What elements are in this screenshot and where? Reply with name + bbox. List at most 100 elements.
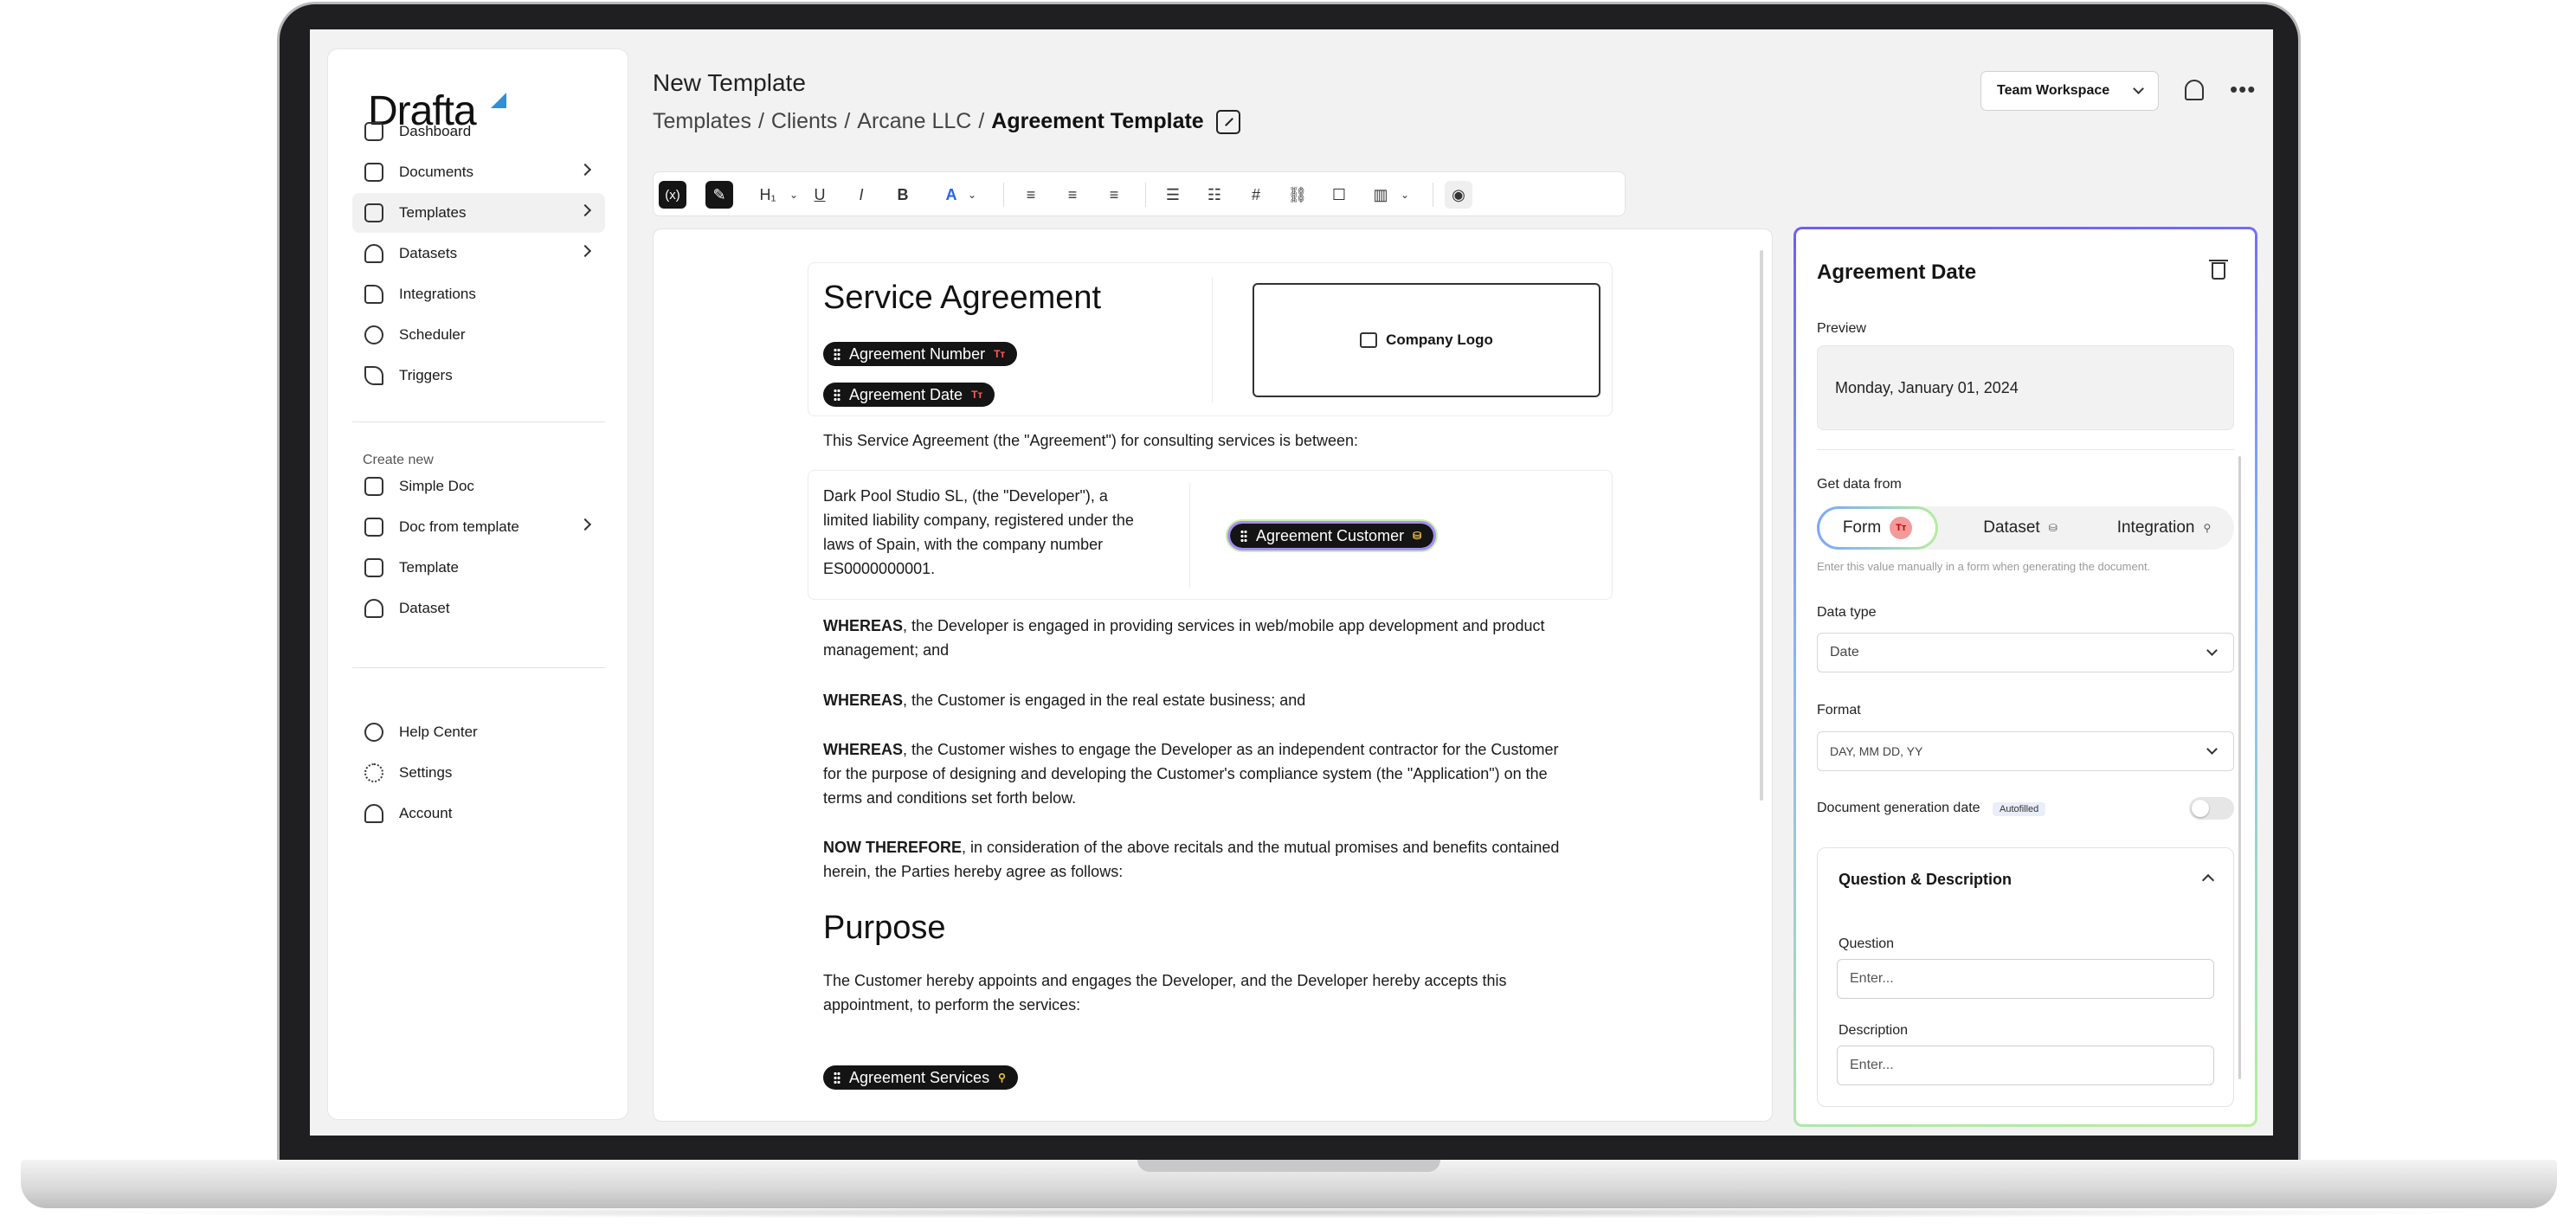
database-icon: ⛁ — [1413, 530, 1422, 542]
editor-toolbar: (x) ✎ H₁ ⌄ U I B A ⌄ ≡ ≡ ≡ ☰ ☷ # ⛓ ☐ ▥ ⌄… — [653, 171, 1626, 216]
sidebar-item-label: Dashboard — [399, 123, 472, 139]
edit-icon[interactable] — [1215, 109, 1240, 134]
drag-handle-icon[interactable] — [1240, 530, 1247, 542]
developer-party-text[interactable]: Dark Pool Studio SL, (the "Developer"), … — [823, 484, 1152, 581]
data-type-select[interactable]: Date — [1817, 633, 2234, 672]
company-logo-label: Company Logo — [1386, 331, 1493, 348]
sidebar-item-documents[interactable]: Documents — [352, 152, 605, 192]
heading-caret-icon[interactable]: ⌄ — [780, 181, 808, 209]
panel-title: Agreement Date — [1817, 261, 1977, 284]
sidebar-item-label: Triggers — [399, 367, 453, 383]
heading-button[interactable]: H₁ — [754, 181, 782, 209]
preview-eye-icon[interactable]: ◉ — [1445, 181, 1472, 209]
align-right-icon[interactable]: ≡ — [1100, 181, 1128, 209]
breadcrumb-clients[interactable]: Clients — [771, 109, 837, 134]
tag-agreement-customer[interactable]: Agreement Customer ⛁ — [1227, 521, 1437, 550]
bell-icon[interactable] — [2185, 80, 2204, 100]
text-type-icon: Tт — [971, 389, 983, 401]
color-caret-icon[interactable]: ⌄ — [958, 181, 986, 209]
whereas-keyword: WHEREAS — [823, 617, 904, 634]
format-value: DAY, MM DD, YY — [1830, 744, 1923, 758]
source-dataset-option[interactable]: Dataset ⛁ — [1955, 506, 2085, 550]
whereas-paragraph-1[interactable]: WHEREAS, the Developer is engaged in pro… — [823, 614, 1568, 662]
breadcrumb-arcane[interactable]: Arcane LLC — [857, 109, 971, 134]
bold-button[interactable]: B — [889, 181, 917, 209]
company-logo-placeholder[interactable]: Company Logo — [1253, 283, 1600, 397]
create-dataset[interactable]: Dataset — [352, 589, 605, 628]
app-screen: Drafta Dashboard Documents Templates Dat… — [310, 29, 2273, 1136]
sidebar-item-dashboard[interactable]: Dashboard — [352, 112, 605, 151]
purpose-paragraph[interactable]: The Customer hereby appoints and engages… — [823, 968, 1568, 1017]
sidebar-item-label: Simple Doc — [399, 478, 474, 494]
table-icon[interactable]: # — [1242, 181, 1270, 209]
source-form-option[interactable]: Form Tт — [1817, 506, 1938, 550]
source-option-label: Integration — [2116, 518, 2195, 537]
question-input[interactable]: Enter... — [1837, 959, 2214, 999]
sidebar-item-settings[interactable]: Settings — [352, 753, 605, 793]
laptop-shadow — [52, 1206, 2524, 1219]
format-select[interactable]: DAY, MM DD, YY — [1817, 731, 2234, 771]
autofilled-badge: Autofilled — [1993, 802, 2046, 816]
sidebar-item-datasets[interactable]: Datasets — [352, 234, 605, 273]
sidebar-item-help-center[interactable]: Help Center — [352, 712, 605, 752]
align-center-icon[interactable]: ≡ — [1059, 181, 1086, 209]
create-simple-doc[interactable]: Simple Doc — [352, 467, 605, 506]
template-icon — [364, 203, 383, 222]
tag-agreement-services[interactable]: Agreement Services ⚲ — [823, 1065, 1018, 1090]
create-doc-from-template[interactable]: Doc from template — [352, 507, 605, 547]
sidebar-item-label: Template — [399, 559, 459, 576]
ordered-list-icon[interactable]: ☰ — [1159, 181, 1187, 209]
link-icon[interactable]: ⛓ — [1284, 181, 1311, 209]
intro-paragraph[interactable]: This Service Agreement (the "Agreement")… — [823, 428, 1568, 453]
magic-wand-button[interactable]: ✎ — [705, 181, 733, 209]
now-therefore-paragraph[interactable]: NOW THEREFORE, in consideration of the a… — [823, 835, 1568, 884]
tag-agreement-date[interactable]: Agreement Date Tт — [823, 383, 995, 407]
whereas-paragraph-3[interactable]: WHEREAS, the Customer wishes to engage t… — [823, 737, 1568, 810]
drag-handle-icon[interactable] — [834, 348, 840, 360]
integrations-icon — [364, 285, 383, 304]
document-icon — [364, 477, 383, 496]
variable-button[interactable]: (x) — [659, 181, 686, 209]
tag-agreement-number[interactable]: Agreement Number Tт — [823, 342, 1018, 366]
drag-handle-icon[interactable] — [834, 389, 840, 401]
laptop-notch — [1137, 1160, 1440, 1172]
tag-label: Agreement Services — [849, 1068, 990, 1086]
generation-date-toggle[interactable] — [2189, 797, 2234, 820]
breadcrumb-separator: / — [978, 109, 985, 133]
workspace-dropdown[interactable]: Team Workspace — [1980, 71, 2159, 111]
workspace-label: Team Workspace — [1997, 83, 2110, 98]
source-option-label: Form — [1842, 518, 1882, 537]
trash-icon[interactable] — [2209, 260, 2228, 280]
sidebar-item-account[interactable]: Account — [352, 794, 605, 833]
purpose-heading[interactable]: Purpose — [823, 910, 946, 947]
drag-handle-icon[interactable] — [834, 1071, 840, 1084]
source-integration-option[interactable]: Integration ⚲ — [2094, 506, 2234, 550]
breadcrumb-templates[interactable]: Templates — [653, 109, 751, 134]
columns-caret-icon[interactable]: ⌄ — [1391, 181, 1419, 209]
chevron-up-icon[interactable] — [2201, 873, 2215, 887]
whereas-paragraph-2[interactable]: WHEREAS, the Customer is engaged in the … — [823, 688, 1568, 712]
more-icon[interactable]: ••• — [2230, 78, 2256, 100]
bullet-list-icon[interactable]: ☷ — [1201, 181, 1228, 209]
create-template[interactable]: Template — [352, 548, 605, 588]
section-title[interactable]: Question & Description — [1839, 871, 2012, 889]
panel-scrollbar[interactable] — [2238, 456, 2241, 1079]
description-input[interactable]: Enter... — [1837, 1046, 2214, 1085]
sidebar-item-integrations[interactable]: Integrations — [352, 274, 605, 314]
template-icon — [364, 558, 383, 577]
sidebar-item-scheduler[interactable]: Scheduler — [352, 315, 605, 355]
data-source-segmented-control: Form Tт Dataset ⛁ Integration ⚲ — [1817, 506, 2234, 550]
chevron-down-icon — [2133, 83, 2144, 94]
document-canvas[interactable]: Service Agreement Agreement Number Tт Ag… — [653, 228, 1773, 1122]
document-scrollbar[interactable] — [1760, 250, 1763, 801]
preview-label: Preview — [1817, 321, 1866, 336]
chevron-down-icon — [2206, 645, 2218, 656]
help-icon — [364, 723, 383, 742]
italic-button[interactable]: I — [847, 181, 875, 209]
sidebar-item-templates[interactable]: Templates — [352, 193, 605, 233]
document-title[interactable]: Service Agreement — [823, 280, 1101, 317]
sidebar-item-triggers[interactable]: Triggers — [352, 356, 605, 396]
underline-button[interactable]: U — [806, 181, 834, 209]
align-left-icon[interactable]: ≡ — [1017, 181, 1045, 209]
comment-icon[interactable]: ☐ — [1325, 181, 1353, 209]
